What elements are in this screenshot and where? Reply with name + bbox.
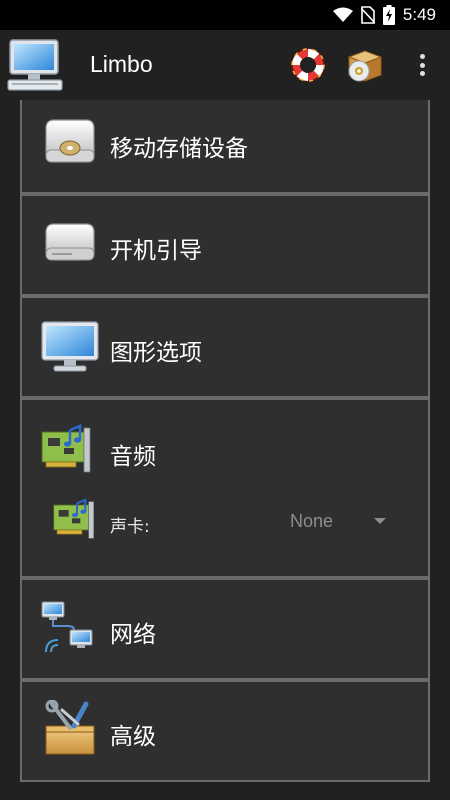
section-advanced[interactable]: 高级: [20, 680, 430, 782]
no-sim-icon: [360, 6, 375, 24]
overflow-dot: [419, 62, 425, 68]
sound-card-label: 声卡:: [110, 517, 150, 537]
app-bar: Limbo: [0, 30, 450, 100]
sound-card-dropdown[interactable]: None: [290, 504, 390, 538]
removable-drive-icon: [45, 119, 95, 163]
dropdown-caret-icon: [374, 518, 386, 524]
tools-box-icon: [45, 700, 95, 755]
status-time: 5:49: [402, 5, 436, 24]
section-removable-storage[interactable]: 移动存储设备: [20, 100, 430, 194]
section-label: 开机引导: [110, 238, 202, 264]
boot-drive-icon: [45, 223, 95, 261]
cd-box-icon: [347, 50, 383, 82]
settings-content: 移动存储设备 开机引导 图形选项 音频 声卡: None 网络 高级: [0, 100, 450, 800]
section-boot[interactable]: 开机引导: [20, 194, 430, 296]
overflow-menu-button[interactable]: [410, 50, 434, 80]
section-network[interactable]: 网络: [20, 578, 430, 680]
section-label: 高级: [110, 724, 156, 750]
monitor-icon: [41, 321, 99, 372]
network-icon: [41, 601, 93, 653]
overflow-dot: [419, 54, 425, 59]
wifi-icon: [332, 7, 353, 22]
cd-box-button[interactable]: [343, 42, 387, 88]
overflow-dot: [419, 71, 425, 76]
section-label: 网络: [110, 622, 156, 648]
section-audio[interactable]: 音频 声卡: None: [20, 398, 430, 578]
help-lifebuoy-icon: [291, 48, 325, 82]
sound-card-icon: [53, 498, 94, 539]
computer-logo-icon: [7, 39, 63, 91]
sound-card-value: None: [290, 510, 334, 531]
battery-charging-icon: [382, 5, 395, 25]
section-graphics[interactable]: 图形选项: [20, 296, 430, 398]
help-button[interactable]: [286, 42, 330, 88]
section-label: 图形选项: [110, 340, 202, 366]
sound-card-icon: [41, 424, 91, 473]
status-icons: 5:49: [332, 5, 436, 25]
app-title: Limbo: [90, 51, 153, 77]
section-label: 音频: [110, 444, 156, 470]
section-label: 移动存储设备: [110, 136, 248, 162]
status-bar: 5:49: [0, 0, 450, 30]
